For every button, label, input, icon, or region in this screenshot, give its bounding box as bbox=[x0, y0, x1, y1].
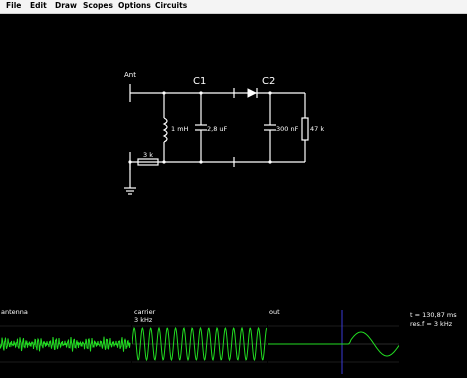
resistor-in-value: 3 k bbox=[143, 151, 153, 159]
scope-label: antenna bbox=[1, 308, 28, 316]
menu-file[interactable]: File bbox=[6, 1, 21, 10]
scope-label: out bbox=[269, 308, 280, 316]
menu-edit[interactable]: Edit bbox=[30, 1, 47, 10]
menu-circuits[interactable]: Circuits bbox=[155, 1, 187, 10]
ant-label: Ant bbox=[124, 71, 136, 79]
scope-out[interactable]: out bbox=[268, 306, 400, 374]
scope-antenna-plot bbox=[0, 325, 131, 363]
menu-draw[interactable]: Draw bbox=[55, 1, 77, 10]
scope-label: carrier bbox=[134, 308, 156, 316]
scope-sublabel: 3 kHz bbox=[134, 316, 153, 324]
inductor[interactable] bbox=[162, 117, 168, 143]
junction-dot bbox=[162, 91, 166, 95]
circuit-canvas[interactable]: Ant C1 C2 1 mH 2,8 uF 300 nF 47 k 3 k bbox=[0, 14, 467, 304]
scope-out-plot bbox=[268, 310, 400, 374]
diode[interactable] bbox=[247, 88, 258, 98]
res-freq-readout: res.f = 3 kHz bbox=[410, 320, 453, 328]
junction-dot bbox=[162, 160, 166, 164]
c1-label: C1 bbox=[193, 76, 206, 87]
scope-antenna[interactable]: antenna bbox=[0, 306, 131, 374]
junction-dot bbox=[268, 91, 272, 95]
resistor-out-value: 47 k bbox=[310, 125, 324, 133]
cap2-value: 300 nF bbox=[276, 125, 299, 133]
scope-carrier[interactable]: carrier 3 kHz bbox=[131, 306, 268, 374]
cap1-value: 2,8 uF bbox=[207, 125, 228, 133]
menu-options[interactable]: Options bbox=[118, 1, 151, 10]
scope-trace bbox=[0, 336, 131, 352]
junction-dot bbox=[199, 91, 203, 95]
junction-dot bbox=[199, 160, 203, 164]
inductor-value: 1 mH bbox=[171, 125, 189, 133]
junction-dot bbox=[268, 160, 272, 164]
resistor-out[interactable] bbox=[301, 117, 309, 141]
c2-label: C2 bbox=[262, 76, 275, 87]
time-readout: t = 130,87 ms bbox=[410, 311, 457, 319]
junction-dot bbox=[128, 160, 132, 164]
info-panel: t = 130,87 ms res.f = 3 kHz bbox=[410, 311, 457, 329]
menu-bar: File Edit Draw Scopes Options Circuits bbox=[0, 0, 467, 14]
menu-scopes[interactable]: Scopes bbox=[83, 1, 113, 10]
diode-triangle bbox=[247, 88, 258, 98]
circuit-wires bbox=[124, 84, 309, 195]
